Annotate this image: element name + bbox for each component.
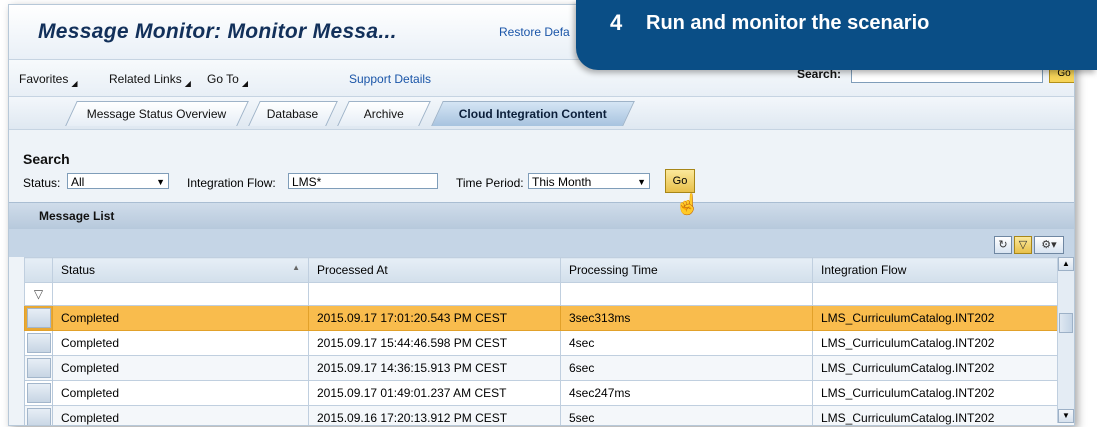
menu-related-links-label: Related Links: [109, 72, 182, 86]
filter-cell[interactable]: [812, 282, 1074, 306]
filter-row: ▽: [24, 282, 1074, 306]
menu-related-links[interactable]: Related Links ◢: [109, 72, 191, 88]
status-label: Status:: [23, 176, 61, 190]
sort-ascending-icon: ▲: [292, 263, 300, 272]
cell-status: Completed: [52, 380, 309, 406]
table-row[interactable]: Completed 2015.09.17 17:01:20.543 PM CES…: [24, 305, 1074, 331]
integration-flow-input[interactable]: LMS*: [288, 173, 438, 189]
vertical-scrollbar[interactable]: ▲ ▼: [1057, 257, 1074, 423]
cell-integration-flow: LMS_CurriculumCatalog.INT202: [812, 355, 1074, 381]
time-period-value: This Month: [532, 175, 592, 189]
tab-label: Cloud Integration Content: [458, 107, 607, 121]
grid-toolbar: ↻ ▽ ⚙▾: [9, 229, 1074, 257]
scroll-up-icon[interactable]: ▲: [1058, 257, 1074, 271]
step-number: 4: [610, 10, 623, 35]
message-list-title: Message List: [39, 209, 115, 223]
dropdown-arrow-icon: ▼: [637, 177, 646, 187]
step-text: Run and monitor the scenario: [646, 12, 930, 34]
cell-integration-flow: LMS_CurriculumCatalog.INT202: [812, 305, 1074, 331]
tab-label: Database: [267, 107, 319, 121]
cell-integration-flow: LMS_CurriculumCatalog.INT202: [812, 380, 1074, 406]
table-header-row: Status ▲ Processed At Processing Time Int…: [24, 257, 1074, 283]
hand-cursor-icon: ☝: [675, 194, 700, 216]
caret-down-icon: ◢: [71, 79, 78, 88]
content-area: Search Status: All ▼ Integration Flow: LM…: [9, 130, 1074, 425]
cell-processing-time: 4sec247ms: [560, 380, 813, 406]
column-header-processed-at[interactable]: Processed At: [308, 257, 561, 283]
column-label: Status: [61, 263, 96, 277]
tab-label: Message Status Overview: [87, 107, 227, 121]
tab-message-status-overview[interactable]: Message Status Overview: [65, 101, 249, 126]
caret-down-icon: ◢: [241, 79, 248, 88]
scroll-down-icon[interactable]: ▼: [1058, 409, 1074, 423]
row-selector[interactable]: [24, 405, 53, 425]
dropdown-arrow-icon: ▼: [156, 177, 165, 187]
filter-cell[interactable]: [308, 282, 561, 306]
cell-processing-time: 3sec313ms: [560, 305, 813, 331]
menu-go-to[interactable]: Go To ◢: [207, 72, 248, 88]
cell-processing-time: 5sec: [560, 405, 813, 425]
tab-strip: Message Status Overview Database Archive…: [9, 97, 1074, 130]
tab-label: Archive: [363, 107, 404, 121]
filter-row-icon[interactable]: ▽: [24, 282, 53, 306]
menu-favorites-label: Favorites: [19, 72, 69, 86]
message-table: Status ▲ Processed At Processing Time Int…: [24, 257, 1074, 425]
tab-database[interactable]: Database: [248, 101, 338, 126]
filter-cell[interactable]: [560, 282, 813, 306]
table-row[interactable]: Completed 2015.09.17 15:44:46.598 PM CES…: [24, 330, 1074, 356]
row-selector[interactable]: [24, 355, 53, 381]
filter-icon[interactable]: ▽: [1014, 236, 1032, 254]
column-header-processing-time[interactable]: Processing Time: [560, 257, 813, 283]
table-row[interactable]: Completed 2015.09.17 01:49:01.237 AM CES…: [24, 380, 1074, 406]
cell-processed-at: 2015.09.17 17:01:20.543 PM CEST: [308, 305, 561, 331]
menu-go-to-label: Go To: [207, 72, 239, 86]
tab-cloud-integration-content[interactable]: Cloud Integration Content: [431, 101, 635, 126]
refresh-icon[interactable]: ↻: [994, 236, 1012, 254]
search-filters: Status: All ▼ Integration Flow: LMS* Time…: [23, 169, 1074, 197]
caret-down-icon: ◢: [184, 79, 191, 88]
search-heading: Search: [23, 151, 70, 167]
cell-integration-flow: LMS_CurriculumCatalog.INT202: [812, 330, 1074, 356]
support-details-link[interactable]: Support Details: [349, 72, 431, 86]
table-row[interactable]: Completed 2015.09.17 14:36:15.913 PM CES…: [24, 355, 1074, 381]
restore-defaults-link[interactable]: Restore Defa: [499, 25, 570, 39]
row-selector[interactable]: [24, 380, 53, 406]
time-period-label: Time Period:: [456, 176, 524, 190]
cell-integration-flow: LMS_CurriculumCatalog.INT202: [812, 405, 1074, 425]
cell-status: Completed: [52, 330, 309, 356]
step-callout: 4 Run and monitor the scenario: [576, 0, 1097, 70]
cell-processed-at: 2015.09.17 14:36:15.913 PM CEST: [308, 355, 561, 381]
cell-status: Completed: [52, 305, 309, 331]
status-value: All: [71, 175, 85, 189]
cell-processed-at: 2015.09.17 01:49:01.237 AM CEST: [308, 380, 561, 406]
select-column-header: [24, 257, 53, 283]
go-button[interactable]: Go: [665, 169, 695, 193]
table-row[interactable]: Completed 2015.09.16 17:20:13.912 PM CES…: [24, 405, 1074, 425]
settings-icon[interactable]: ⚙▾: [1034, 236, 1064, 254]
row-selector[interactable]: [24, 305, 53, 331]
cell-processing-time: 4sec: [560, 330, 813, 356]
cell-processed-at: 2015.09.16 17:20:13.912 PM CEST: [308, 405, 561, 425]
cell-status: Completed: [52, 355, 309, 381]
column-header-integration-flow[interactable]: Integration Flow: [812, 257, 1074, 283]
column-header-status[interactable]: Status ▲: [52, 257, 309, 283]
time-period-select[interactable]: This Month ▼: [528, 173, 650, 189]
page-title: Message Monitor: Monitor Messa...: [38, 20, 397, 43]
cell-status: Completed: [52, 405, 309, 425]
menu-favorites[interactable]: Favorites ◢: [19, 72, 78, 88]
filter-cell[interactable]: [52, 282, 309, 306]
message-list-header: Message List: [9, 202, 1074, 230]
tab-archive[interactable]: Archive: [337, 101, 431, 126]
status-select[interactable]: All ▼: [67, 173, 169, 189]
cell-processed-at: 2015.09.17 15:44:46.598 PM CEST: [308, 330, 561, 356]
scroll-thumb[interactable]: [1059, 313, 1073, 333]
row-selector[interactable]: [24, 330, 53, 356]
integration-flow-label: Integration Flow:: [187, 176, 276, 190]
cell-processing-time: 6sec: [560, 355, 813, 381]
